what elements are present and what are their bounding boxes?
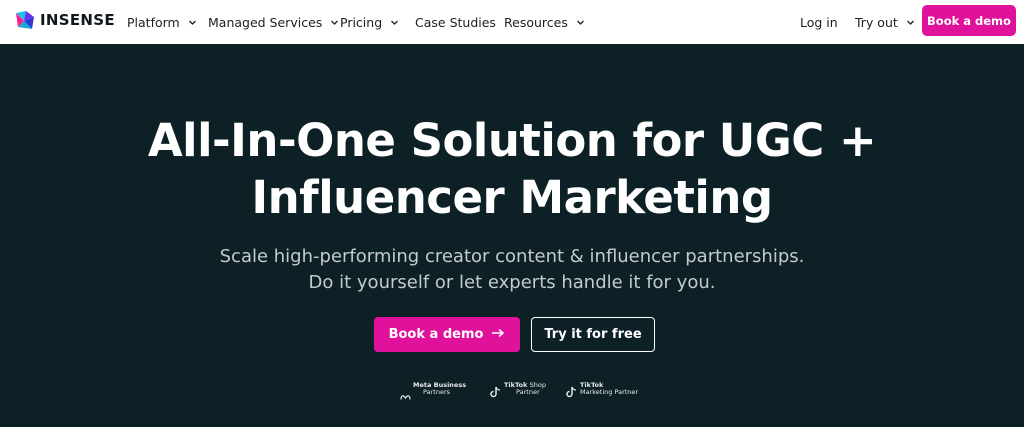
hero-subtitle-line2: Do it yourself or let experts handle it … bbox=[308, 272, 716, 293]
insense-logo[interactable]: INSENSE bbox=[14, 9, 115, 31]
chevron-down-icon bbox=[390, 18, 399, 27]
login-link[interactable]: Log in bbox=[800, 0, 838, 44]
arrow-right-icon bbox=[491, 327, 505, 342]
tiktok-icon bbox=[566, 383, 577, 398]
try-out-label: Try out bbox=[855, 14, 898, 30]
nav-book-demo-button[interactable]: Book a demo bbox=[922, 5, 1016, 36]
hero-section: All-In-One Solution for UGC + Influencer… bbox=[0, 44, 1024, 427]
meta-icon bbox=[400, 386, 411, 400]
nav-resources-label: Resources bbox=[504, 14, 568, 30]
nav-resources[interactable]: Resources bbox=[504, 0, 585, 44]
chevron-down-icon bbox=[906, 18, 915, 27]
top-navigation: INSENSE Platform Managed Services Pricin… bbox=[0, 0, 1024, 44]
nav-managed-services-label: Managed Services bbox=[208, 14, 323, 30]
chevron-down-icon bbox=[576, 18, 585, 27]
nav-managed-services[interactable]: Managed Services bbox=[208, 0, 339, 44]
tiktok-marketing-line2: Marketing Partner bbox=[580, 388, 639, 396]
meta-partner-badge: Meta Business Partners bbox=[400, 382, 466, 400]
hero-subtitle-line1: Scale high-performing creator content & … bbox=[219, 246, 805, 267]
try-free-button[interactable]: Try it for free bbox=[531, 317, 655, 352]
logo-text: INSENSE bbox=[40, 11, 115, 29]
tiktok-marketing-partner-badge: TikTok Marketing Partner bbox=[566, 382, 639, 398]
chevron-down-icon bbox=[188, 18, 197, 27]
nav-platform-label: Platform bbox=[127, 14, 180, 30]
tiktok-icon bbox=[490, 383, 501, 398]
tiktok-shop-line2: Partner bbox=[516, 388, 540, 396]
nav-case-studies-label: Case Studies bbox=[415, 14, 496, 30]
meta-partner-line2: Partners bbox=[423, 388, 451, 396]
book-demo-button[interactable]: Book a demo bbox=[374, 317, 520, 352]
try-out-menu[interactable]: Try out bbox=[855, 0, 915, 44]
book-demo-label: Book a demo bbox=[388, 327, 484, 342]
nav-case-studies[interactable]: Case Studies bbox=[415, 0, 496, 44]
nav-platform[interactable]: Platform bbox=[127, 0, 197, 44]
hero-headline-line2: Influencer Marketing bbox=[251, 171, 773, 224]
nav-pricing-label: Pricing bbox=[340, 14, 383, 30]
insense-logo-icon bbox=[14, 9, 36, 31]
hero-headline-line1: All-In-One Solution for UGC + bbox=[147, 114, 877, 167]
nav-pricing[interactable]: Pricing bbox=[340, 0, 399, 44]
login-label: Log in bbox=[800, 14, 838, 30]
tiktok-shop-partner-badge: TikTok Shop Partner bbox=[490, 382, 546, 398]
chevron-down-icon bbox=[330, 18, 339, 27]
